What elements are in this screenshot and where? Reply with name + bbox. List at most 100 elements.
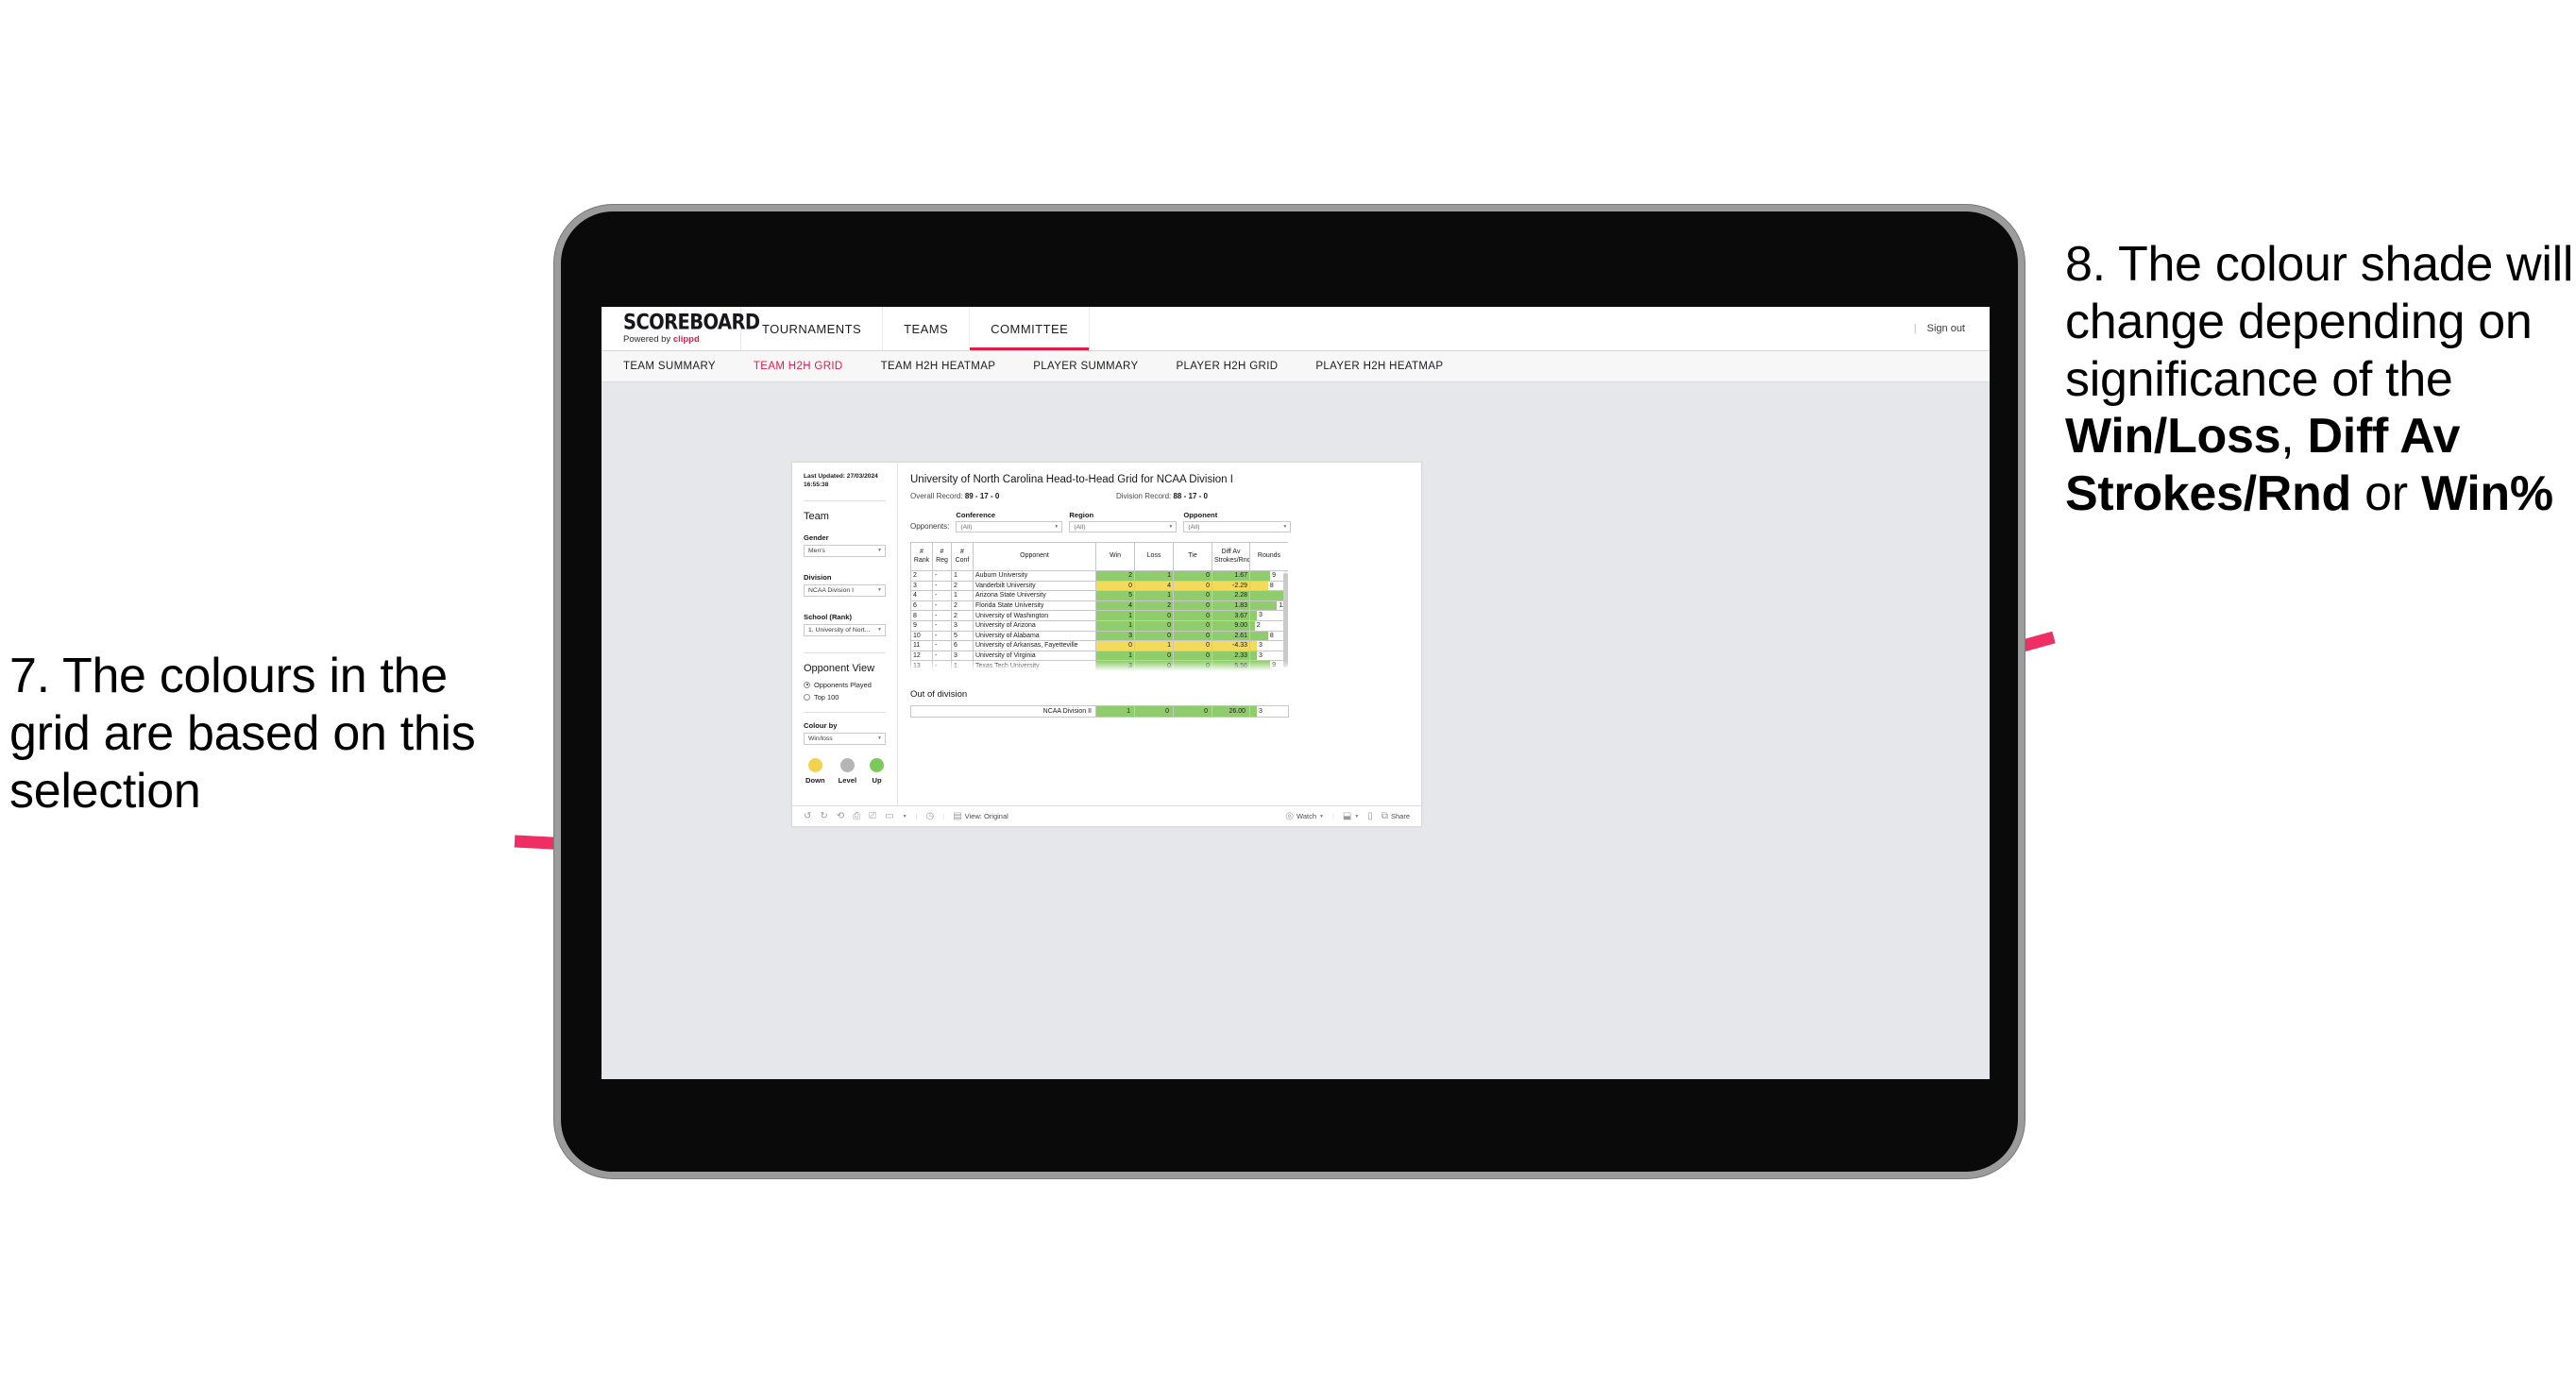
table-row[interactable]: 12-3 University of Virginia 1 0 0 2.33 3	[910, 650, 1288, 662]
undo-icon[interactable]: ↺	[804, 811, 811, 821]
table-row[interactable]: 10-5 University of Alabama 3 0 0 2.61 8	[910, 630, 1288, 642]
cell-rank: 12	[910, 650, 933, 662]
table-row[interactable]: 4-1Arizona State University5102.2817	[910, 590, 1288, 601]
cell-tie: 0	[1173, 580, 1212, 592]
h2h-col-header-rank[interactable]: # Rank	[910, 542, 933, 571]
overall-record-value: 89 - 17 - 0	[964, 492, 1000, 500]
revert-icon[interactable]: ⟲	[837, 811, 844, 821]
view-original-button[interactable]: ▤ View: Original	[953, 811, 1008, 821]
school-filter-select[interactable]: 1. University of Nort... ▼	[804, 623, 886, 636]
overall-record-label: Overall Record:	[910, 492, 963, 500]
out-of-division-row[interactable]: NCAA Division II 1 0 0 26.00 3	[910, 705, 1289, 718]
app-logo[interactable]: SCOREBOARD Powered by clippd	[602, 307, 760, 350]
rounds-bar	[1250, 591, 1288, 600]
h2h-col-header-conf[interactable]: # Conf	[951, 542, 974, 571]
h2h-grid-scroll-region[interactable]: # Rank # Reg # Conf Opponent Win Loss Tie Diff Av S…	[910, 542, 1288, 676]
table-row[interactable]: 8-2 University of Washington 1 0 0 3.67 3	[910, 610, 1288, 621]
radio-top-100[interactable]: Top 100	[804, 693, 886, 701]
table-row[interactable]: 11-6 University of Arkansas, Fayetteville…	[910, 640, 1288, 651]
download-button[interactable]: ⬓ ▼	[1343, 811, 1359, 821]
h2h-col-header-reg[interactable]: # Reg	[932, 542, 952, 571]
h2h-col-header-win[interactable]: Win	[1095, 542, 1135, 571]
grid-scrollbar-thumb[interactable]	[1283, 573, 1288, 668]
redo-icon[interactable]: ↻	[820, 811, 827, 821]
radio-unselected-icon	[804, 693, 810, 701]
cell-conf: 6	[951, 640, 974, 651]
tablet-device-frame: SCOREBOARD Powered by clippd TOURNAMENTS…	[554, 205, 2025, 1178]
share-button[interactable]: ⧉ Share	[1381, 811, 1410, 821]
out-of-division-table: NCAA Division II 1 0 0 26.00 3	[910, 705, 1289, 718]
radio-opponents-played[interactable]: Opponents Played	[804, 681, 886, 689]
last-updated-text: Last Updated: 27/03/2024 16:55:38	[804, 473, 878, 488]
refresh-data-icon[interactable]: ⎙	[853, 811, 860, 821]
h2h-col-header-opponent[interactable]: Opponent	[973, 542, 1096, 571]
nav-item-tournaments[interactable]: TOURNAMENTS	[741, 307, 884, 350]
colour-by-select[interactable]: Win/loss ▼	[804, 732, 886, 745]
rounds-bar	[1250, 601, 1278, 610]
clock-history-icon[interactable]: ◷	[926, 811, 935, 821]
table-row[interactable]: 9-3 University of Arizona 1 0 0 9.00 2	[910, 619, 1288, 632]
annotation-7-text: 7. The colours in the grid are based on …	[9, 649, 476, 819]
subnav-item-player-h2h-heatmap[interactable]: PLAYER H2H HEATMAP	[1315, 361, 1464, 372]
chevron-down-icon[interactable]: ▼	[903, 814, 907, 820]
h2h-grid-head: # Rank # Reg # Conf Opponent Win Loss Tie Diff Av S…	[910, 542, 1288, 571]
cell-loss: 2	[1134, 600, 1174, 612]
colour-by-label: Colour by	[804, 720, 838, 730]
cell-diff-av-strokes: 5.56	[1212, 660, 1250, 671]
cell-rounds: 9	[1249, 669, 1288, 676]
highlight-icon[interactable]: ▭	[885, 811, 893, 821]
h2h-col-header-loss[interactable]: Loss	[1134, 542, 1174, 571]
h2h-col-header-rounds[interactable]: Rounds	[1249, 542, 1288, 571]
nav-item-committee[interactable]: COMMITTEE	[970, 307, 1091, 350]
chevron-down-icon: ▼	[877, 587, 882, 594]
opponent-filter-select[interactable]: (All) ▼	[1183, 521, 1292, 532]
ood-cell-rounds: 3	[1249, 705, 1289, 718]
cell-rounds: 17	[1249, 590, 1288, 601]
cell-loss: 4	[1134, 580, 1174, 592]
conference-filter-select[interactable]: (All) ▼	[956, 521, 1063, 532]
cell-win: 0	[1095, 640, 1135, 651]
opponents-filter-label: Opponents:	[910, 522, 950, 531]
cell-rounds: 12	[1249, 600, 1288, 612]
school-filter-value: 1. University of Nort...	[808, 626, 871, 634]
nav-item-teams[interactable]: TEAMS	[883, 307, 971, 350]
table-row[interactable]: 3-2 Vanderbilt University 0 4 0 -2.29 8	[910, 580, 1288, 592]
table-row[interactable]: 14-2 University of Oklahoma 1 2 0 -1.00 9	[910, 669, 1288, 676]
cell-reg: -	[932, 640, 952, 651]
division-record-value: 88 - 17 - 0	[1173, 492, 1208, 500]
subnav-item-team-summary[interactable]: TEAM SUMMARY	[623, 361, 737, 372]
h2h-col-header-tie[interactable]: Tie	[1173, 542, 1212, 571]
cell-rank: 9	[910, 619, 933, 632]
table-row[interactable]: 6-2Florida State University4201.8312	[910, 600, 1288, 612]
cell-tie: 0	[1173, 590, 1212, 601]
subnav-item-team-h2h-grid[interactable]: TEAM H2H GRID	[754, 361, 864, 372]
cell-win: 1	[1095, 619, 1135, 632]
out-of-division-heading: Out of division	[910, 689, 968, 700]
device-preview-icon[interactable]: ▯	[1367, 811, 1373, 821]
cell-rank: 10	[910, 630, 933, 642]
pause-updates-icon[interactable]: ⎚	[869, 811, 876, 821]
table-row[interactable]: 13-1 Texas Tech University 3 0 0 5.56 9	[910, 660, 1288, 671]
subnav-item-player-h2h-grid[interactable]: PLAYER H2H GRID	[1176, 361, 1298, 372]
region-filter-select[interactable]: (All) ▼	[1069, 521, 1178, 532]
watch-button[interactable]: ◎ Watch ▼	[1285, 811, 1324, 821]
gender-filter-select[interactable]: Men's ▼	[804, 544, 886, 557]
h2h-col-header-diff[interactable]: Diff Av Strokes/Rnd	[1212, 542, 1250, 571]
cell-win: 0	[1095, 580, 1135, 592]
division-filter-select[interactable]: NCAA Division I ▼	[804, 583, 886, 597]
cell-opponent: Vanderbilt University	[973, 580, 1096, 592]
rounds-bar	[1250, 582, 1268, 590]
cell-diff-av-strokes: 1.67	[1212, 570, 1250, 582]
table-row[interactable]: 2-1 Auburn University 2 1 0 1.67 9	[910, 570, 1288, 582]
subnav-item-team-h2h-heatmap[interactable]: TEAM H2H HEATMAP	[881, 361, 1017, 372]
region-filter: Region (All) ▼	[1069, 511, 1178, 532]
subnav-item-player-summary[interactable]: PLAYER SUMMARY	[1033, 361, 1159, 372]
cell-reg: -	[932, 660, 952, 671]
cell-loss: 1	[1134, 570, 1174, 582]
cell-diff-av-strokes: -4.33	[1212, 640, 1250, 651]
grid-main-area: University of North Carolina Head-to-Hea…	[898, 463, 1421, 805]
cell-rounds: 3	[1249, 610, 1288, 621]
sign-out-link[interactable]: Sign out	[1927, 323, 1965, 334]
visualization-body: Last Updated: 27/03/2024 16:55:38 Team G…	[792, 463, 1421, 805]
chevron-down-icon: ▼	[1282, 524, 1288, 530]
